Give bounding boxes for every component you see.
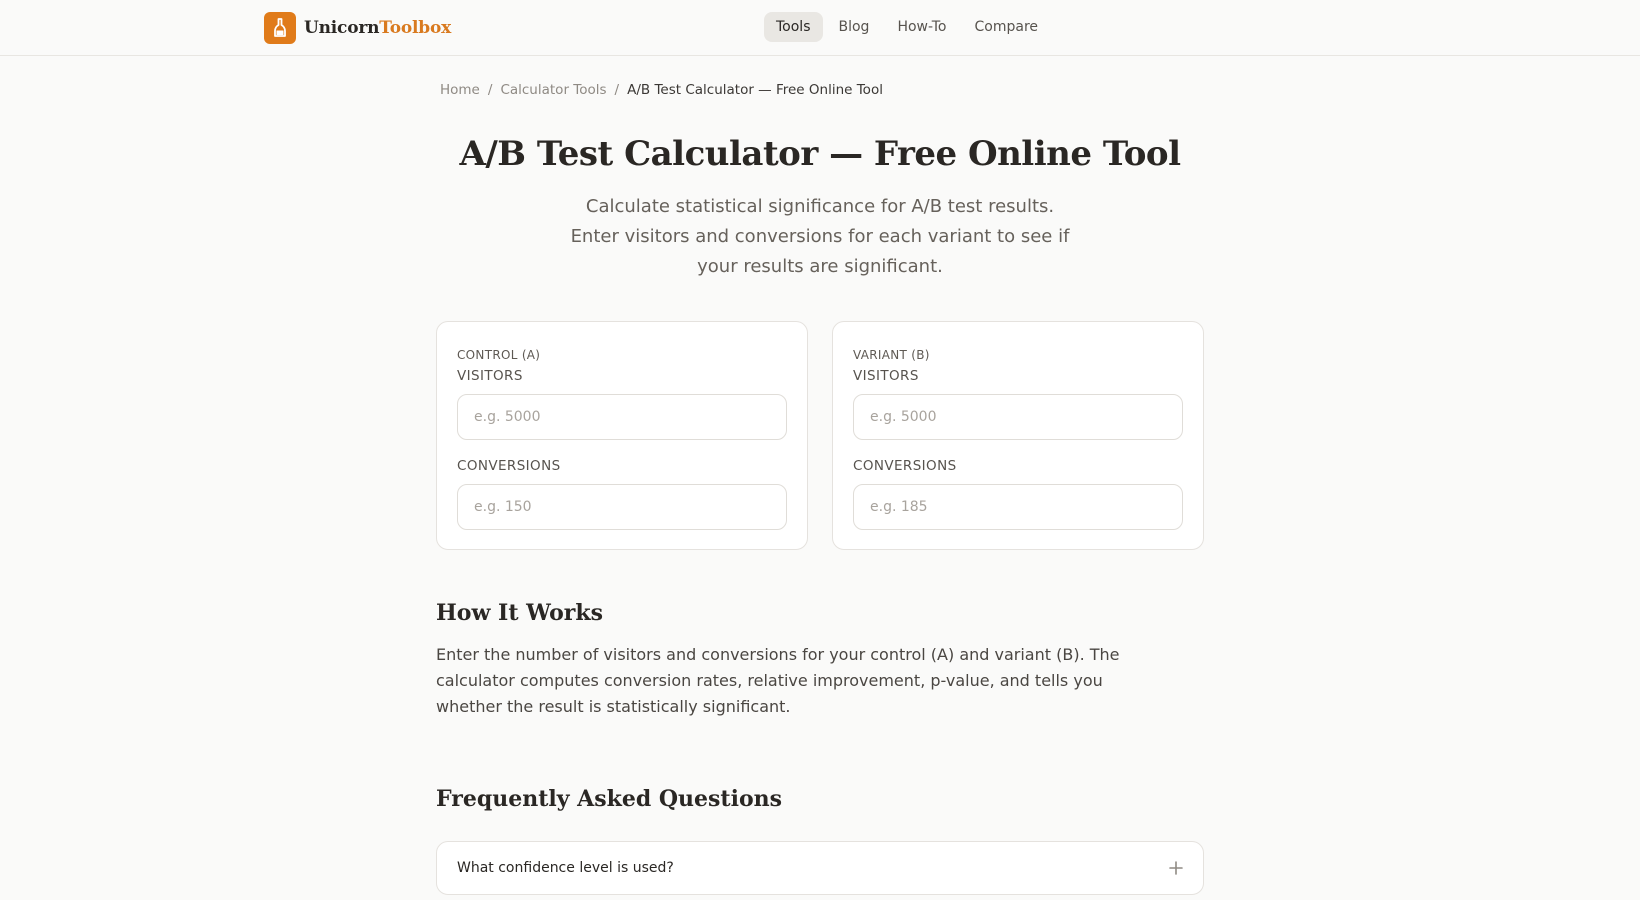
variant-conversions-label: CONVERSIONS [853,458,957,474]
brand-logo[interactable]: UnicornToolbox [264,12,451,44]
nav-item-how-to[interactable]: How-To [885,12,958,42]
brand-name-accent: Toolbox [379,18,452,38]
control-visitors-input[interactable] [457,394,787,440]
control-heading: CONTROL (A) [457,348,541,362]
control-conversions-input[interactable] [457,484,787,530]
variant-visitors-label: VISITORS [853,368,919,384]
breadcrumb-current: A/B Test Calculator — Free Online Tool [627,82,883,98]
breadcrumb-separator: / [614,82,620,98]
variant-card: VARIANT (B) VISITORS CONVERSIONS [832,321,1204,550]
main-nav: Tools Blog How-To Compare [764,12,1050,42]
variant-conversions-input[interactable] [853,484,1183,530]
top-navigation-bar: UnicornToolbox Tools Blog How-To Compare [0,0,1640,56]
how-it-works-body: Enter the number of visitors and convers… [436,645,1120,716]
page-subtitle: Calculate statistical significance for A… [570,196,1070,277]
page-title: A/B Test Calculator — Free Online Tool [459,134,1181,174]
nav-item-blog[interactable]: Blog [827,12,882,42]
variant-heading: VARIANT (B) [853,348,930,362]
faq-heading: Frequently Asked Questions [436,786,783,812]
variant-visitors-input[interactable] [853,394,1183,440]
faq-item[interactable]: What confidence level is used? [436,841,1204,895]
nav-item-tools[interactable]: Tools [764,12,823,42]
brand-name-main: Unicorn [304,18,380,38]
brand-name: UnicornToolbox [304,18,451,38]
control-visitors-label: VISITORS [457,368,523,384]
breadcrumb-calculator-tools[interactable]: Calculator Tools [500,82,606,98]
breadcrumb-separator: / [487,82,493,98]
breadcrumb: Home / Calculator Tools / A/B Test Calcu… [440,82,883,98]
breadcrumb-home[interactable]: Home [440,82,480,98]
control-card: CONTROL (A) VISITORS CONVERSIONS [436,321,808,550]
plus-icon [1169,858,1183,878]
faq-question: What confidence level is used? [457,860,674,876]
how-it-works-heading: How It Works [436,600,603,626]
control-conversions-label: CONVERSIONS [457,458,561,474]
unicorn-bottle-icon [264,12,296,44]
nav-item-compare[interactable]: Compare [963,12,1051,42]
